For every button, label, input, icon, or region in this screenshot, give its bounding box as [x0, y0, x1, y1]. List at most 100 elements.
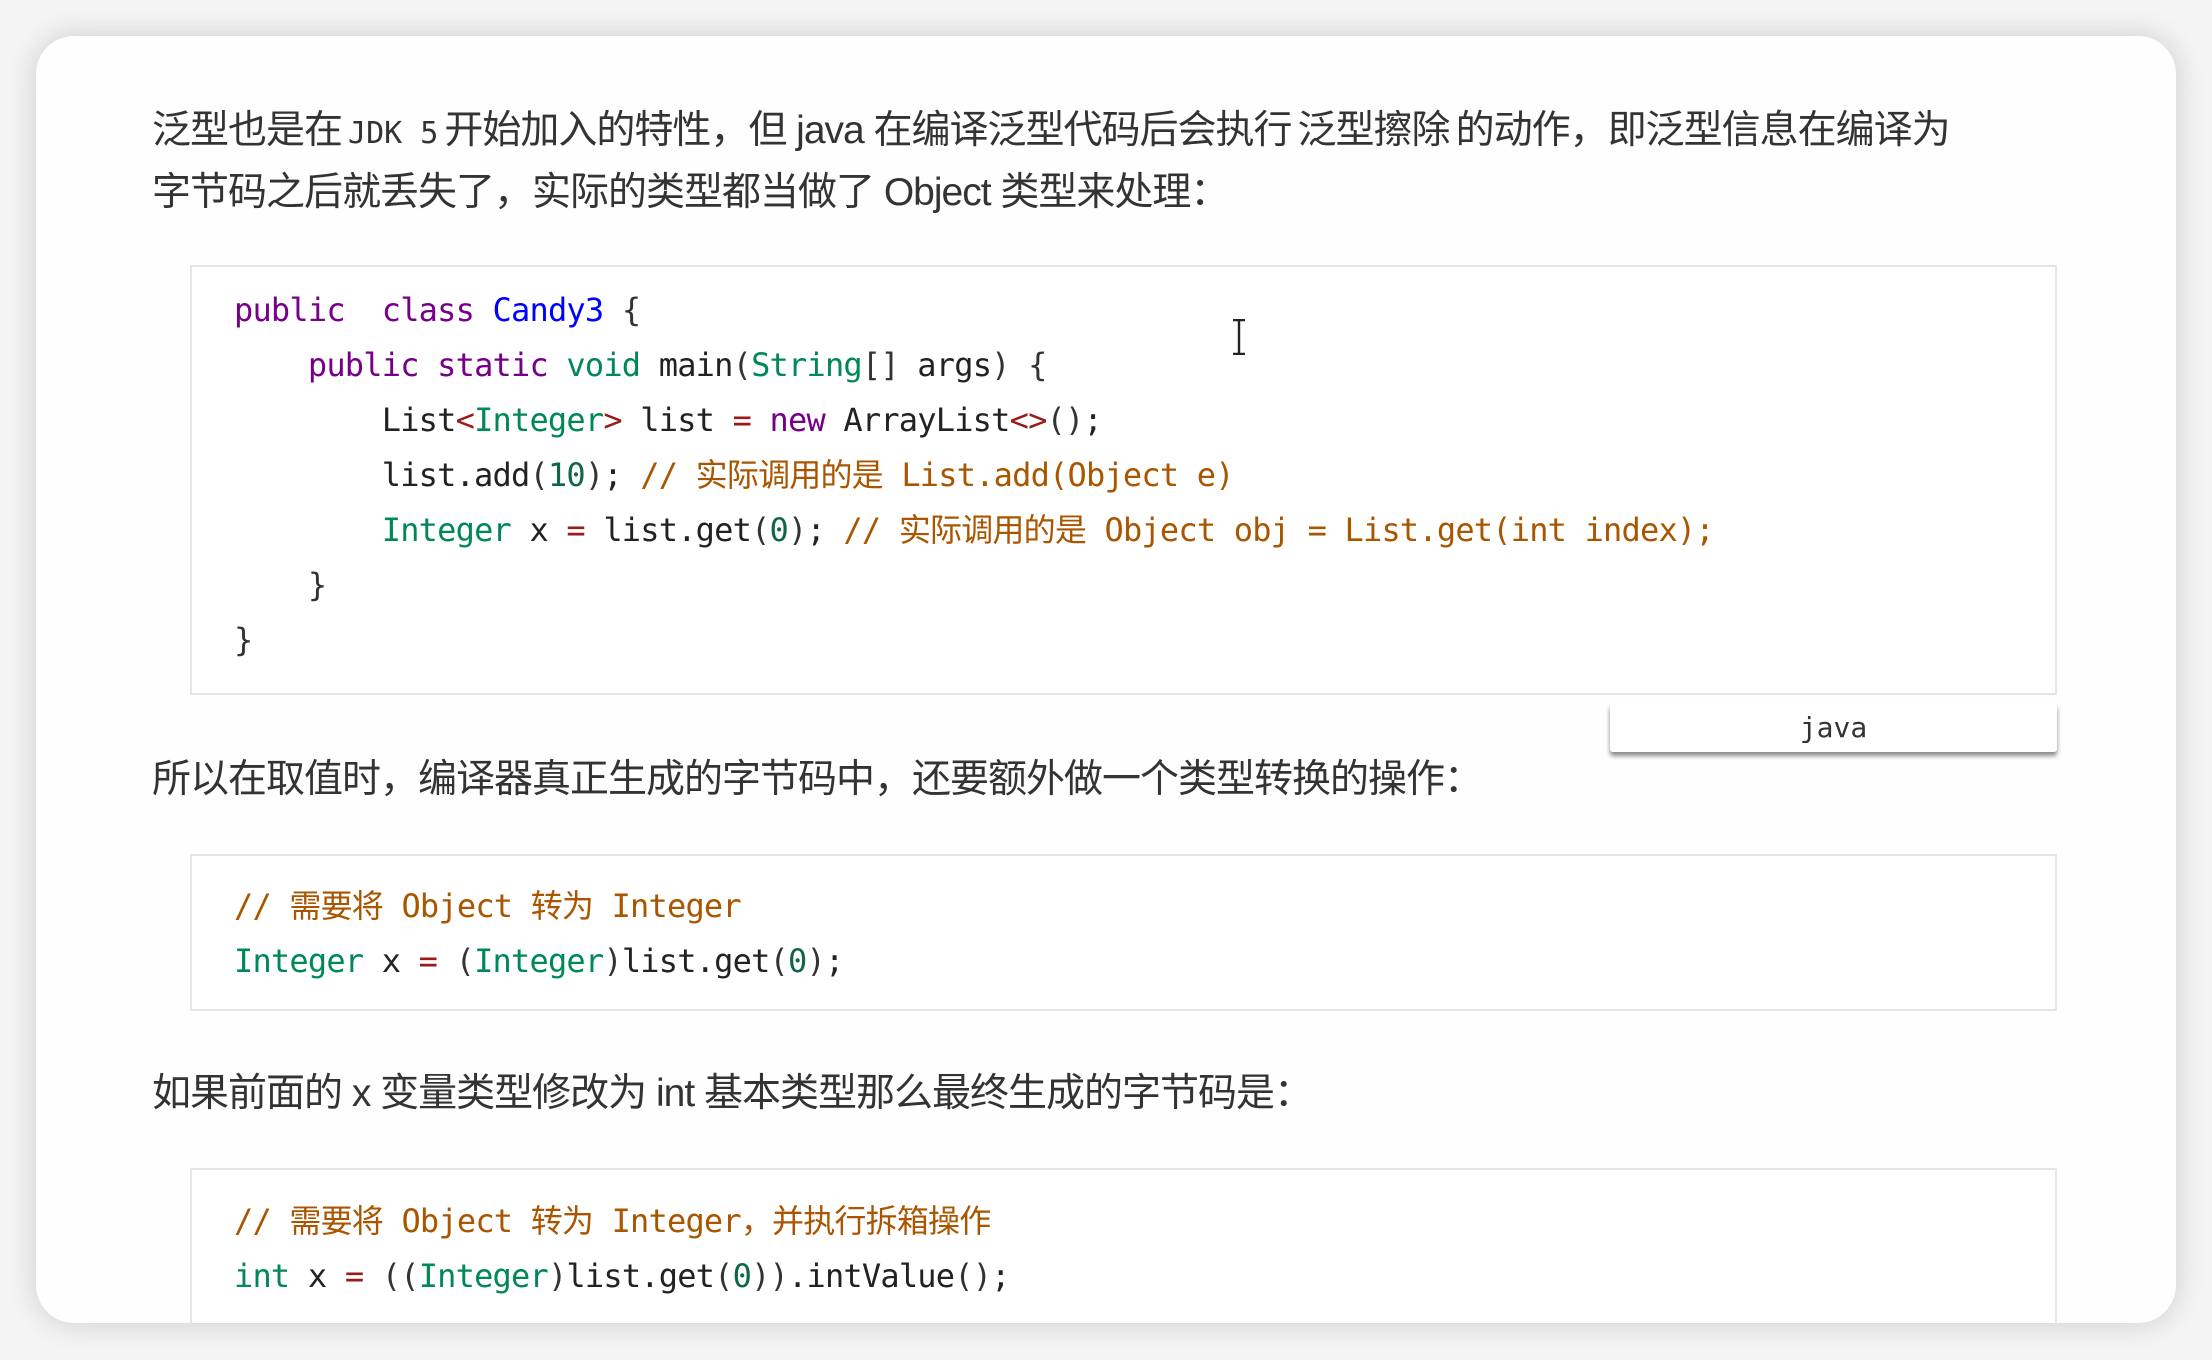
code-token: (: [769, 942, 789, 980]
code-token: }: [234, 621, 253, 659]
code-token: list.get: [621, 942, 771, 980]
code-token: int: [234, 1257, 290, 1295]
code-token: // 需要将 Object 转为 Integer: [234, 887, 742, 925]
code-token: public: [234, 291, 346, 329]
code-token: new: [769, 401, 826, 439]
code-token: (: [751, 511, 770, 549]
code-token: =: [732, 401, 752, 439]
code-token: (: [455, 942, 475, 980]
code-token: Integer: [474, 942, 604, 980]
code-token: list.get: [584, 511, 752, 549]
code-token: <>: [1009, 401, 1048, 439]
code-token: 0: [769, 511, 789, 549]
code-line: Integer x = (Integer)list.get(0);: [234, 934, 844, 989]
inline-code-jdk5: JDK 5: [348, 116, 439, 151]
code-token: (): [1046, 401, 1085, 439]
code-token: x: [511, 511, 567, 549]
paragraph-generics-intro: 泛型也是在 JDK 5 开始加入的特性，但 java 在编译泛型代码后会执行 泛型擦除…: [152, 100, 1951, 165]
code-token: // 需要将 Object 转为 Integer，并执行拆箱操作: [234, 1202, 991, 1240]
code-line: public class Candy3 {: [234, 283, 641, 338]
code-token: (): [954, 1257, 992, 1295]
code-token: x: [289, 1257, 345, 1295]
code-token: []: [861, 346, 900, 384]
code-token: ;: [824, 942, 844, 980]
code-token: .intValue: [788, 1257, 955, 1295]
code-token: // 实际调用的是 Object obj = List.get(int inde…: [843, 511, 1714, 549]
para-text: 开始加入的特性，但 java 在编译泛型代码后会执行: [444, 109, 1292, 152]
code-line: // 需要将 Object 转为 Integer，并执行拆箱操作: [234, 1194, 991, 1249]
code-token: List: [234, 401, 457, 439]
code-token: Integer: [474, 401, 604, 439]
code-token: =: [418, 942, 438, 980]
code-token: list.add: [234, 456, 531, 494]
code-line: Integer x = list.get(0); // 实际调用的是 Objec…: [234, 503, 1715, 558]
highlight-type-erasure: 泛型擦除: [1297, 109, 1451, 152]
paragraph-generics-intro-line2: 字节码之后就丢失了，实际的类型都当做了 Object 类型来处理：: [152, 171, 1229, 214]
code-token: ): [603, 942, 622, 980]
text-cursor-icon: [1233, 319, 1245, 355]
code-block-candy3[interactable]: public class Candy3 { public static void…: [190, 265, 2057, 695]
code-token: ArrayList: [824, 401, 1010, 439]
code-token: =: [566, 511, 585, 549]
code-line: // 需要将 Object 转为 Integer: [234, 879, 742, 934]
code-block-unboxing[interactable]: // 需要将 Object 转为 Integer，并执行拆箱操作 int x = …: [190, 1168, 2057, 1323]
code-token: x: [363, 942, 419, 980]
para-text: 泛型也是在: [152, 109, 343, 152]
code-token: ((: [381, 1257, 420, 1295]
code-token: Integer: [234, 942, 364, 980]
code-token: args: [898, 346, 992, 384]
code-token: list: [621, 401, 733, 439]
code-token: main: [640, 346, 734, 384]
para-text: 的动作，即泛型信息在编译为: [1455, 109, 1951, 152]
code-line: }: [234, 613, 253, 668]
code-token: )): [751, 1257, 789, 1295]
code-token: ;: [991, 1257, 1010, 1295]
code-line: List<Integer> list = new ArrayList<>();: [234, 393, 1103, 448]
code-token: (: [732, 346, 752, 384]
code-token: String: [751, 346, 863, 384]
code-token: ): [991, 346, 1010, 384]
code-token: 0: [732, 1257, 752, 1295]
code-token: =: [344, 1257, 364, 1295]
code-token: static: [437, 346, 549, 384]
document-card: 泛型也是在 JDK 5 开始加入的特性，但 java 在编译泛型代码后会执行 泛型擦除…: [36, 36, 2176, 1323]
code-token: void: [566, 346, 641, 384]
code-token: (: [529, 456, 548, 494]
code-token: ;: [806, 511, 825, 549]
code-token: ): [584, 456, 604, 494]
paragraph-int-unboxing: 如果前面的 x 变量类型修改为 int 基本类型那么最终生成的字节码是：: [152, 1072, 1313, 1115]
code-token: ): [806, 942, 825, 980]
code-token: ;: [1083, 401, 1102, 439]
code-line: }: [234, 558, 327, 613]
code-token: ;: [603, 456, 622, 494]
code-line: int x = ((Integer)list.get(0)).intValue(…: [234, 1249, 1010, 1304]
code-language-badge[interactable]: java: [1610, 703, 2057, 752]
code-token: <: [455, 401, 475, 439]
paragraph-cast-explanation: 所以在取值时，编译器真正生成的字节码中，还要额外做一个类型转换的操作：: [152, 758, 1483, 801]
code-token: Integer: [381, 511, 512, 549]
code-token: // 实际调用的是 List.add(Object e): [640, 456, 1234, 494]
code-token: 0: [788, 942, 807, 980]
code-token: }: [307, 566, 327, 604]
code-line: list.add(10); // 实际调用的是 List.add(Object …: [234, 448, 1235, 503]
code-token: 10: [547, 456, 586, 494]
code-token: Integer: [418, 1257, 549, 1295]
code-block-cast[interactable]: // 需要将 Object 转为 Integer Integer x = (Int…: [190, 854, 2057, 1011]
code-token: {: [1028, 346, 1047, 384]
code-token: {: [621, 291, 641, 329]
code-token: class: [381, 291, 475, 329]
